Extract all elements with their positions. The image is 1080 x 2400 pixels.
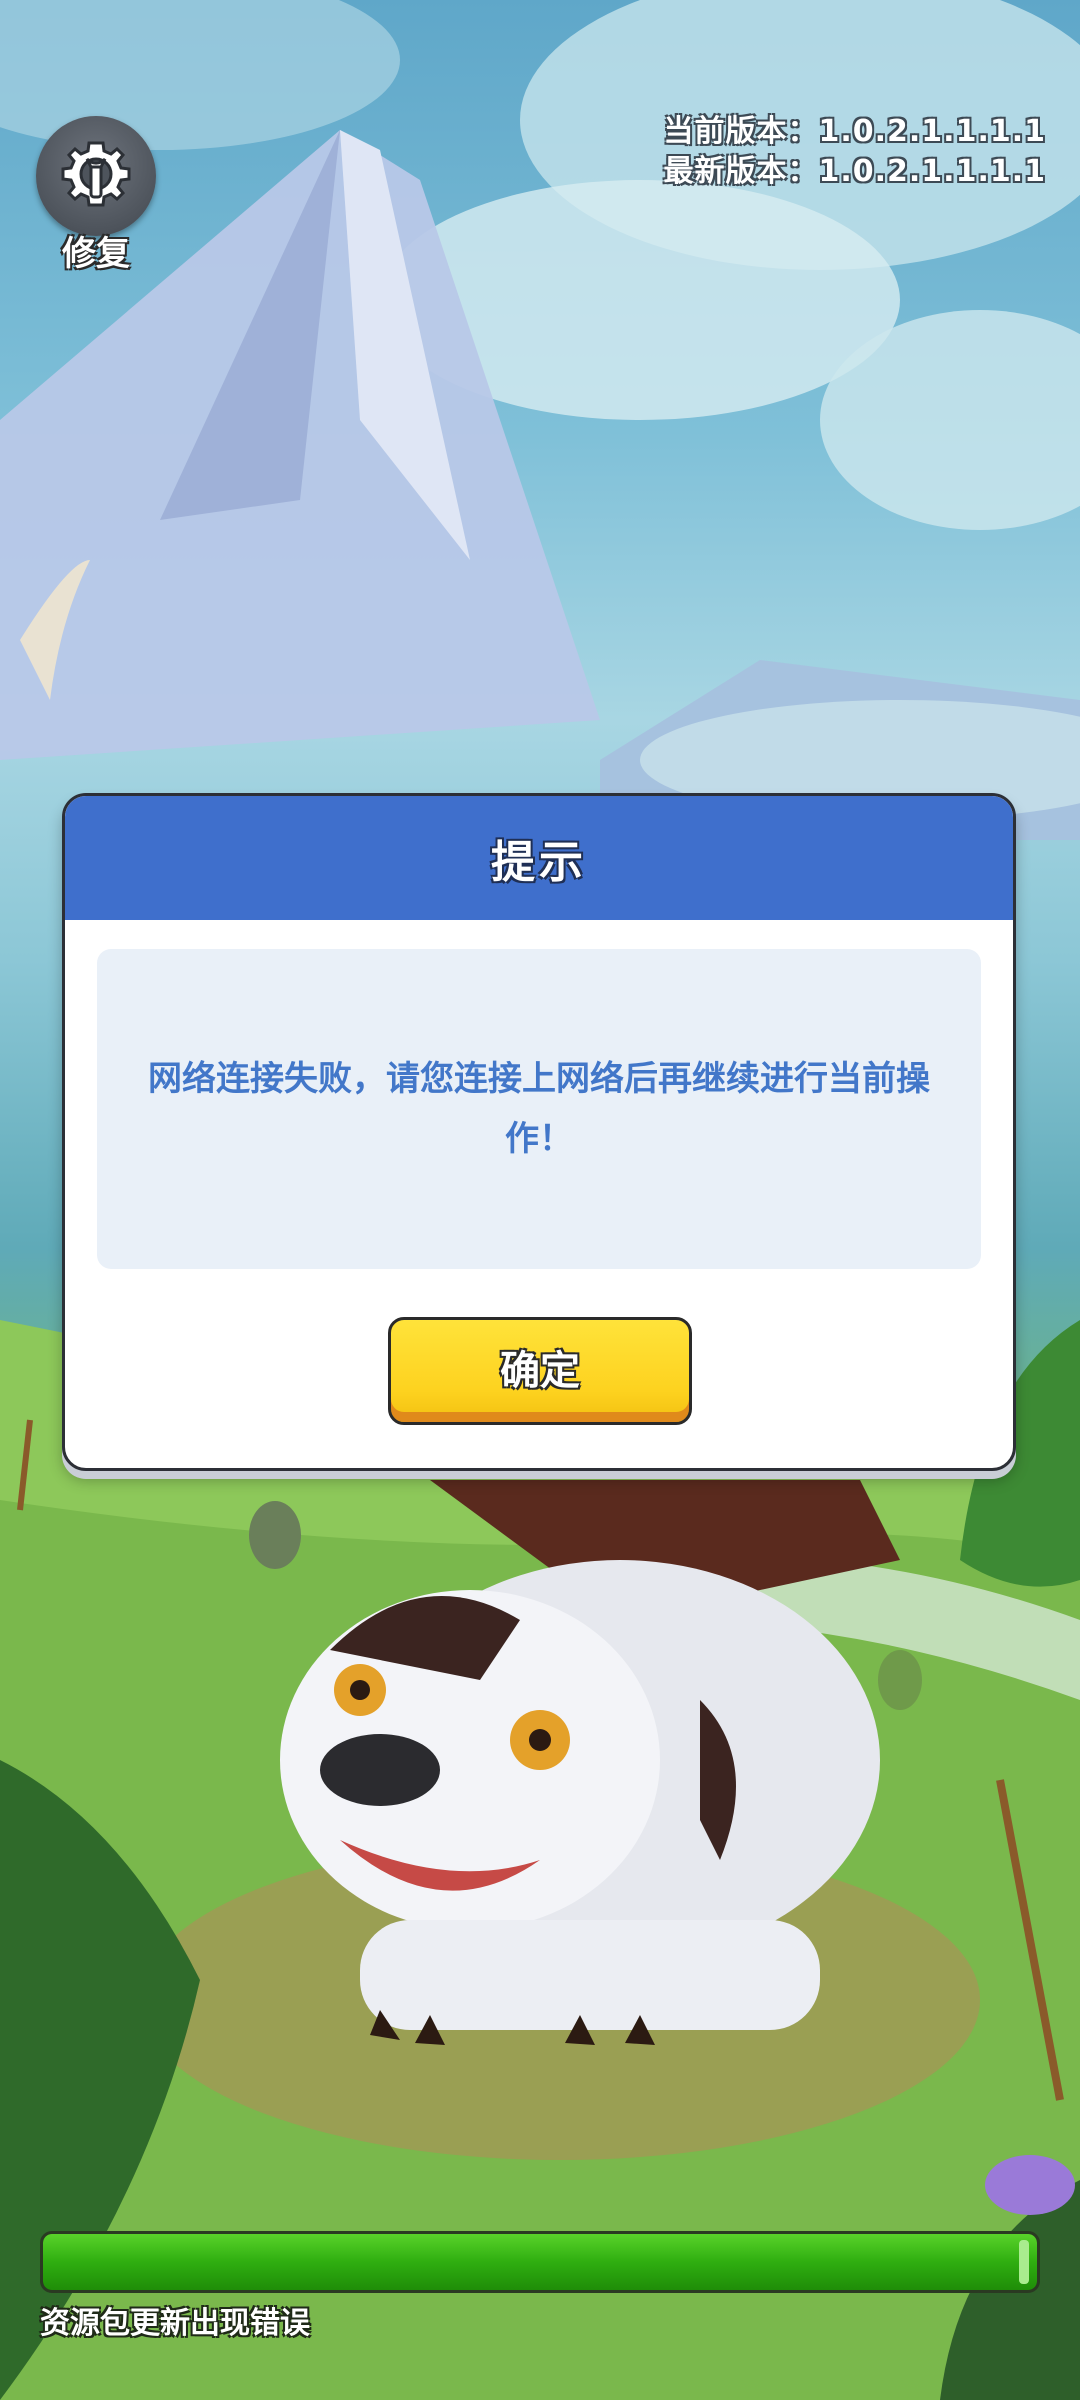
- latest-version-line: 最新版本：1.0.2.1.1.1.1: [664, 152, 1047, 192]
- update-progress-fill: [43, 2234, 1037, 2290]
- confirm-button[interactable]: 确定: [388, 1317, 692, 1425]
- repair-button[interactable]: 修复: [34, 116, 158, 275]
- repair-label: 修复: [62, 234, 130, 274]
- update-progress-bar: [40, 2231, 1040, 2293]
- game-loading-screen: 修复 当前版本：1.0.2.1.1.1.1 最新版本：1.0.2.1.1.1.1…: [0, 0, 1080, 2400]
- current-version-label: 当前版本：: [663, 114, 819, 149]
- latest-version-label: 最新版本：: [663, 154, 819, 189]
- version-info: 当前版本：1.0.2.1.1.1.1 最新版本：1.0.2.1.1.1.1: [664, 112, 1047, 192]
- latest-version-value: 1.0.2.1.1.1.1: [818, 154, 1046, 189]
- dialog-title: 提示: [491, 837, 587, 888]
- dialog-header: 提示: [65, 796, 1013, 920]
- repair-icon-background: [36, 116, 156, 236]
- current-version-line: 当前版本：1.0.2.1.1.1.1: [664, 112, 1047, 152]
- alert-dialog: 提示 网络连接失败，请您连接上网络后再继续进行当前操作！ 确定: [62, 793, 1016, 1471]
- message-panel: 网络连接失败，请您连接上网络后再继续进行当前操作！: [97, 949, 981, 1269]
- confirm-button-label: 确定: [500, 1348, 580, 1394]
- current-version-value: 1.0.2.1.1.1.1: [818, 114, 1046, 149]
- dialog-message: 网络连接失败，请您连接上网络后再继续进行当前操作！: [148, 1059, 930, 1159]
- gear-wrench-icon: [61, 141, 131, 207]
- update-status-text: 资源包更新出现错误: [40, 2306, 310, 2341]
